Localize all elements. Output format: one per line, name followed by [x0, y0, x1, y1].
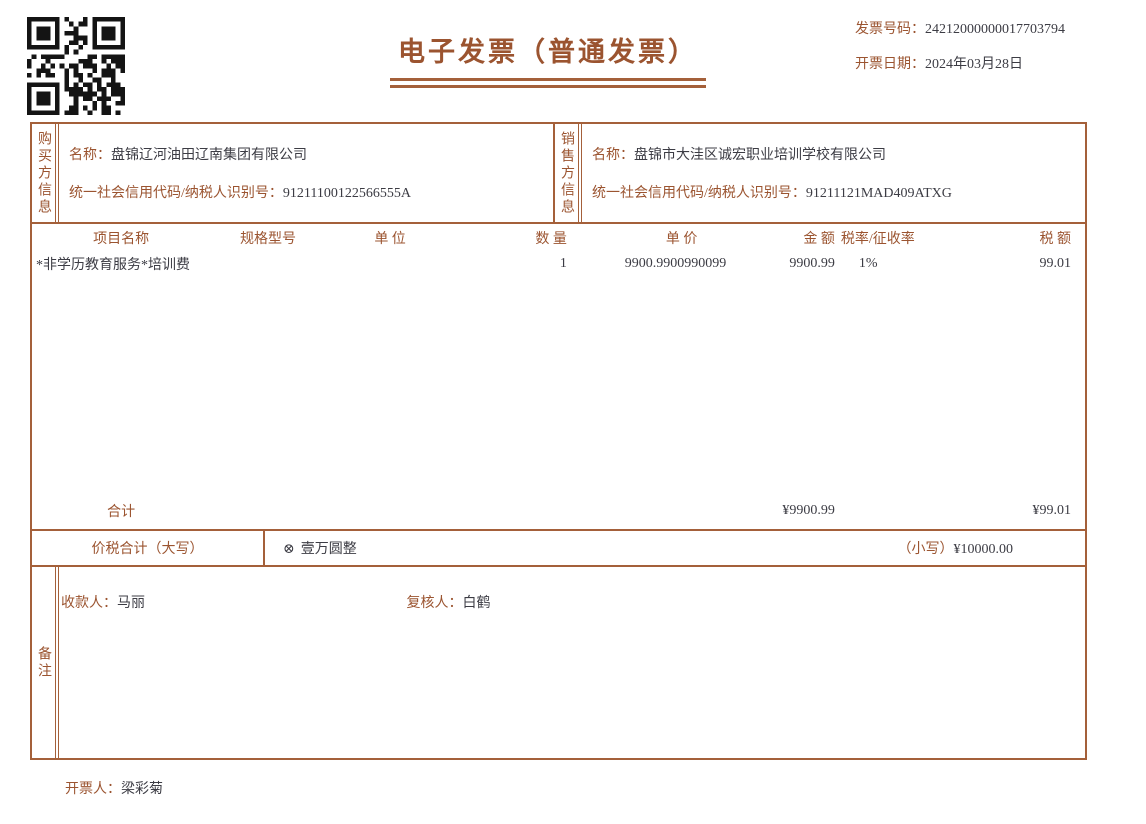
item-tax: 99.01 — [1039, 256, 1072, 271]
seller-name-value: 盘锦市大洼区诚宏职业培训学校有限公司 — [634, 148, 886, 163]
item-name: *非学历教育服务*培训费 — [36, 258, 190, 273]
drawer-value: 梁彩菊 — [121, 782, 163, 797]
col-header-tax-rate: 税率/征收率 — [840, 232, 915, 247]
buyer-name-value: 盘锦辽河油田辽南集团有限公司 — [111, 148, 307, 163]
items-header-row: 项目名称 规格型号 单 位 数 量 单 价 金 额 税率/征收率 税 额 — [34, 224, 1083, 252]
drawer-field: 开票人：梁彩菊 — [65, 778, 163, 798]
payee-field: 收款人：马丽 — [61, 592, 403, 612]
figures-value: ¥10000.00 — [953, 542, 1014, 557]
item-qty: 1 — [559, 256, 567, 271]
totals-row: 合计 ¥9900.99 ¥99.01 — [34, 493, 1083, 529]
seller-taxid-value: 91211121MAD409ATXG — [805, 186, 952, 201]
col-header-qty: 数 量 — [535, 232, 567, 247]
buyer-name-field: 名称：盘锦辽河油田辽南集团有限公司 — [69, 144, 553, 164]
currency-check-icon: ⊗ — [283, 542, 295, 557]
figures-label: （小写） — [897, 542, 954, 557]
party-section: 购买方信息 名称：盘锦辽河油田辽南集团有限公司 统一社会信用代码/纳税人识别号：… — [32, 124, 1085, 224]
title-underline — [390, 78, 706, 88]
invoice-page: 电子发票（普通发票） 发票号码：24212000000017703794 开票日… — [0, 0, 1146, 824]
col-header-spec: 规格型号 — [240, 232, 297, 247]
col-header-unit-price: 单 价 — [665, 232, 698, 247]
reviewer-label: 复核人： — [406, 596, 463, 611]
invoice-date-value: 2024年03月28日 — [925, 57, 1023, 72]
remarks-section-label: 备注 — [32, 567, 59, 758]
invoice-meta: 发票号码：24212000000017703794 开票日期：2024年03月2… — [855, 22, 1065, 73]
items-empty-space — [34, 276, 1083, 493]
invoice-number-line: 发票号码：24212000000017703794 — [855, 22, 1065, 38]
invoice-date-line: 开票日期：2024年03月28日 — [855, 57, 1065, 73]
remarks-section: 备注 收款人：马丽 复核人：白鹤 — [32, 567, 1085, 758]
invoice-number-label: 发票号码： — [855, 22, 925, 37]
col-header-amount: 金 额 — [803, 232, 835, 247]
total-amount: ¥9900.99 — [782, 503, 835, 518]
col-header-item-name: 项目名称 — [93, 232, 150, 247]
col-header-tax: 税 额 — [1039, 232, 1071, 247]
item-tax-rate: 1% — [858, 256, 878, 271]
buyer-section-label: 购买方信息 — [32, 124, 59, 222]
reviewer-field: 复核人：白鹤 — [407, 592, 491, 612]
invoice-title: 电子发票（普通发票） — [398, 37, 698, 67]
buyer-name-label: 名称： — [69, 148, 111, 163]
buyer-taxid-field: 统一社会信用代码/纳税人识别号：91211100122566555A — [69, 182, 553, 202]
amount-in-figures: （小写）¥10000.00 — [898, 538, 1086, 558]
buyer-taxid-label: 统一社会信用代码/纳税人识别号： — [69, 186, 283, 201]
invoice-date-label: 开票日期： — [855, 57, 925, 72]
seller-section-label: 销售方信息 — [553, 124, 582, 222]
summary-section: 价税合计（大写） ⊗ 壹万圆整 （小写）¥10000.00 — [32, 529, 1085, 567]
remarks-content: 收款人：马丽 复核人：白鹤 — [59, 567, 1085, 758]
drawer-label: 开票人： — [65, 782, 121, 797]
qr-code — [27, 17, 125, 115]
seller-name-field: 名称：盘锦市大洼区诚宏职业培训学校有限公司 — [592, 144, 1085, 164]
amount-words-value: 壹万圆整 — [300, 542, 357, 557]
seller-name-label: 名称： — [592, 148, 634, 163]
invoice-title-block: 电子发票（普通发票） — [390, 30, 706, 88]
item-amount: 9900.99 — [789, 256, 835, 271]
col-header-unit: 单 位 — [374, 232, 406, 247]
buyer-taxid-value: 91211100122566555A — [282, 186, 411, 201]
seller-taxid-field: 统一社会信用代码/纳税人识别号：91211121MAD409ATXG — [592, 182, 1085, 202]
seller-taxid-label: 统一社会信用代码/纳税人识别号： — [592, 186, 806, 201]
item-row: *非学历教育服务*培训费 1 9900.9900990099 9900.99 1… — [34, 252, 1083, 276]
payee-label: 收款人： — [61, 596, 117, 611]
totals-label: 合计 — [107, 505, 136, 520]
buyer-info: 名称：盘锦辽河油田辽南集团有限公司 统一社会信用代码/纳税人识别号：912111… — [59, 124, 553, 222]
seller-info: 名称：盘锦市大洼区诚宏职业培训学校有限公司 统一社会信用代码/纳税人识别号：91… — [582, 124, 1085, 222]
total-tax: ¥99.01 — [1032, 503, 1071, 518]
invoice-body: 购买方信息 名称：盘锦辽河油田辽南集团有限公司 统一社会信用代码/纳税人识别号：… — [30, 122, 1087, 760]
payee-value: 马丽 — [117, 596, 145, 611]
items-table: 项目名称 规格型号 单 位 数 量 单 价 金 额 税率/征收率 税 额 *非学… — [32, 224, 1085, 529]
amount-in-words: ⊗ 壹万圆整 — [265, 538, 357, 558]
invoice-number-value: 24212000000017703794 — [925, 22, 1065, 37]
summary-label: 价税合计（大写） — [32, 531, 265, 565]
reviewer-value: 白鹤 — [462, 596, 491, 611]
item-unit-price: 9900.9900990099 — [624, 256, 727, 271]
